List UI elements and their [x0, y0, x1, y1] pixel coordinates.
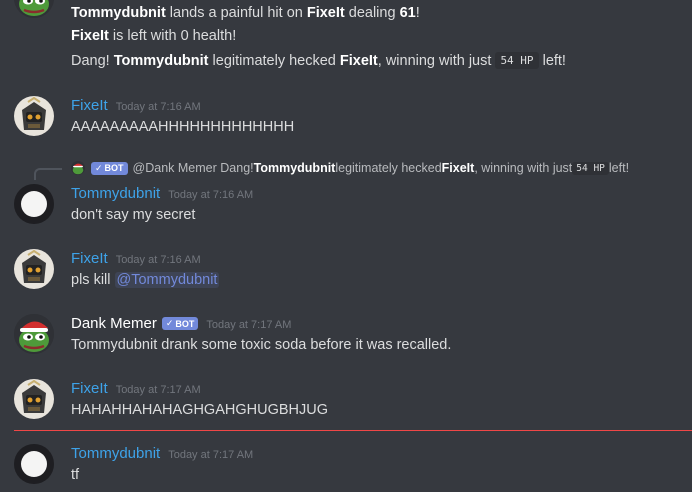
robot-avatar-icon: [14, 96, 54, 136]
timestamp: Today at 7:16 AM: [115, 101, 201, 113]
reply-spine: [34, 168, 62, 180]
battle-line-3: Dang! Tommydubnit legitimately hecked Fi…: [71, 52, 566, 69]
timestamp: Today at 7:16 AM: [168, 189, 254, 201]
message-text: AAAAAAAAAHHHHHHHHHHHHH: [71, 119, 295, 135]
white-circle-avatar-icon: [14, 184, 54, 224]
author-name[interactable]: Tommydubnit: [71, 185, 160, 202]
author-name[interactable]: Tommydubnit: [71, 445, 160, 462]
fixelt-avatar[interactable]: [14, 379, 54, 419]
battle-line-2: FixeIt is left with 0 health!: [71, 28, 237, 44]
author-name[interactable]: FixeIt: [71, 380, 108, 397]
message-header: FixeIt Today at 7:17 AM: [71, 380, 201, 397]
message-header: Tommydubnit Today at 7:17 AM: [71, 445, 253, 462]
hp-chip: 54 HP: [495, 52, 539, 69]
message-text: Tommydubnit drank some toxic soda before…: [71, 337, 452, 353]
message-text: pls kill @Tommydubnit: [71, 272, 220, 288]
timestamp: Today at 7:17 AM: [115, 384, 201, 396]
robot-avatar-icon: [14, 249, 54, 289]
message-text: don't say my secret: [71, 207, 196, 223]
tommydubnit-avatar[interactable]: [14, 184, 54, 224]
dank-memer-avatar[interactable]: [14, 314, 54, 354]
author-name[interactable]: Dank Memer: [71, 315, 157, 332]
hp-chip: 54 HP: [572, 161, 609, 175]
timestamp: Today at 7:17 AM: [206, 319, 292, 331]
check-icon: ✓: [165, 318, 174, 328]
new-messages-divider: [14, 430, 692, 431]
timestamp: Today at 7:17 AM: [168, 449, 254, 461]
dank-memer-avatar[interactable]: [14, 0, 54, 18]
author-name[interactable]: FixeIt: [71, 97, 108, 114]
reply-author[interactable]: @Dank Memer: [133, 161, 217, 175]
check-icon: ✓: [95, 162, 103, 173]
fixelt-avatar[interactable]: [14, 249, 54, 289]
message-text: HAHAHHAHAHAGHGAHGHUGBHJUG: [71, 402, 328, 418]
dank-memer-mini-avatar: [71, 161, 85, 175]
chat-messages: Tommydubnit lands a painful hit on FixeI…: [0, 0, 692, 492]
bot-tag: ✓ BOT: [161, 317, 199, 330]
timestamp: Today at 7:16 AM: [115, 254, 201, 266]
user-mention[interactable]: @Tommydubnit: [114, 272, 220, 288]
message-header: Tommydubnit Today at 7:16 AM: [71, 185, 253, 202]
tommydubnit-avatar[interactable]: [14, 444, 54, 484]
reply-reference[interactable]: ✓ BOT @Dank Memer Dang! Tommydubnit legit…: [71, 160, 629, 176]
fixelt-avatar[interactable]: [14, 96, 54, 136]
pepe-santa-icon: [14, 0, 54, 18]
message-header: Dank Memer ✓ BOT Today at 7:17 AM: [71, 315, 291, 332]
pepe-santa-icon: [14, 314, 54, 354]
message-text: tf: [71, 467, 80, 483]
white-circle-avatar-icon: [14, 444, 54, 484]
battle-line-1: Tommydubnit lands a painful hit on FixeI…: [71, 5, 420, 21]
robot-avatar-icon: [14, 379, 54, 419]
bot-tag: ✓ BOT: [91, 161, 128, 175]
message-header: FixeIt Today at 7:16 AM: [71, 97, 201, 114]
author-name[interactable]: FixeIt: [71, 250, 108, 267]
message-header: FixeIt Today at 7:16 AM: [71, 250, 201, 267]
